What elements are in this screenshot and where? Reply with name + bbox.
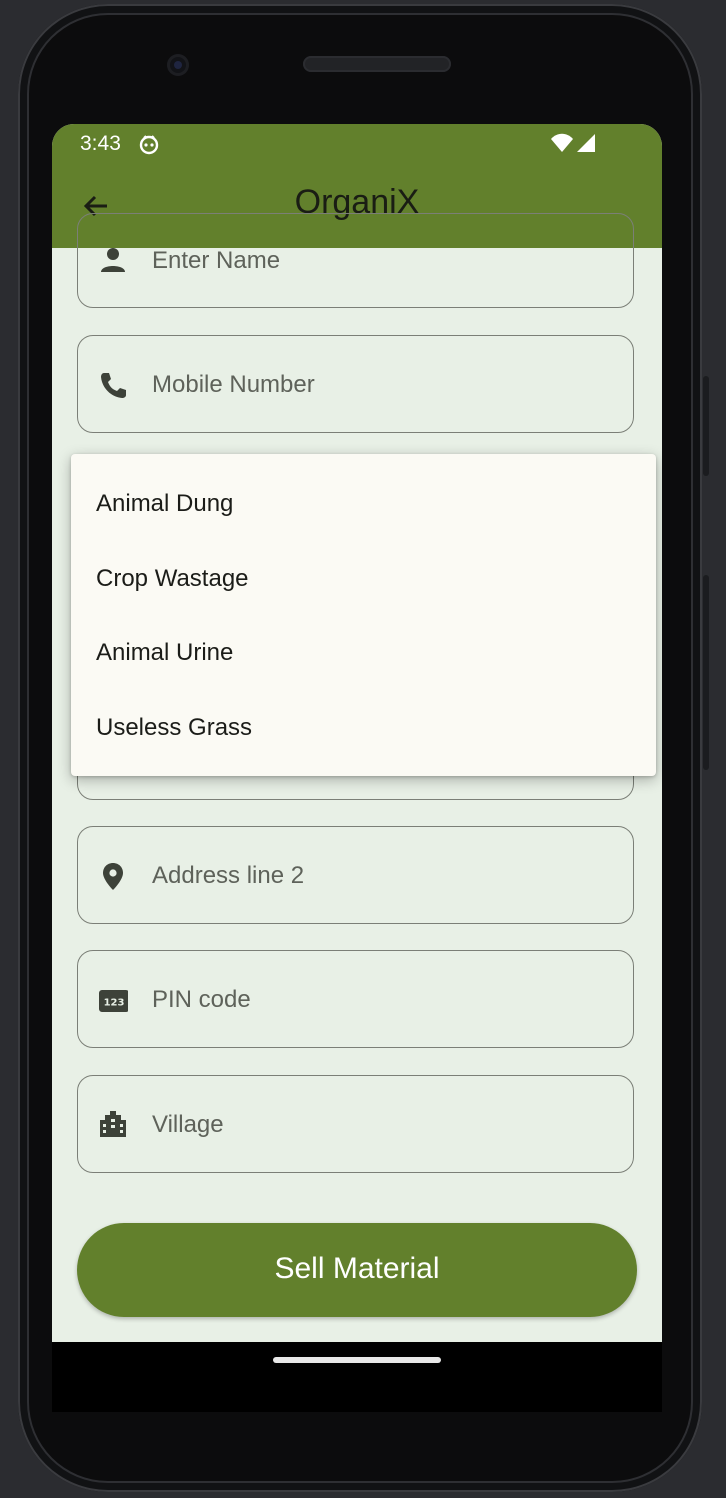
dropdown-option[interactable]: Animal Urine [96,639,233,667]
material-type-dropdown-menu: Animal Dung Crop Wastage Animal Urine Us… [71,454,656,776]
address-line2-field[interactable]: Address line 2 [77,826,634,924]
dropdown-option[interactable]: Useless Grass [96,714,252,742]
wifi-icon [551,133,573,152]
signal-icon [577,134,595,152]
mobile-field[interactable]: Mobile Number [77,335,634,433]
home-indicator[interactable] [273,1357,441,1363]
app-screen: 3:43 OrganiX Enter Name Mobile Number Ad… [52,124,662,1342]
status-time: 3:43 [80,132,121,155]
sell-material-button[interactable]: Sell Material [77,1223,637,1317]
dropdown-option[interactable]: Animal Dung [96,490,233,518]
mobile-placeholder: Mobile Number [152,371,315,398]
address2-placeholder: Address line 2 [152,862,305,889]
front-camera [167,54,189,76]
location-city-icon [100,1111,126,1137]
earpiece-speaker [303,56,451,72]
navigation-bar [52,1342,662,1412]
phone-icon [101,373,126,398]
volume-button [703,575,709,770]
person-icon [101,248,125,272]
location-pin-icon [103,863,123,890]
svg-text:123: 123 [104,998,125,1009]
status-bar: 3:43 [52,124,662,168]
dropdown-option[interactable]: Crop Wastage [96,565,249,593]
power-button [703,376,709,476]
pin-placeholder: PIN code [152,986,251,1013]
numbers-icon: 123 [99,990,128,1012]
name-field[interactable]: Enter Name [77,213,634,308]
pin-code-field[interactable]: 123 PIN code [77,950,634,1048]
village-field[interactable]: Village [77,1075,634,1173]
name-placeholder: Enter Name [152,247,281,274]
village-placeholder: Village [152,1111,224,1138]
app-notification-icon [139,135,159,155]
